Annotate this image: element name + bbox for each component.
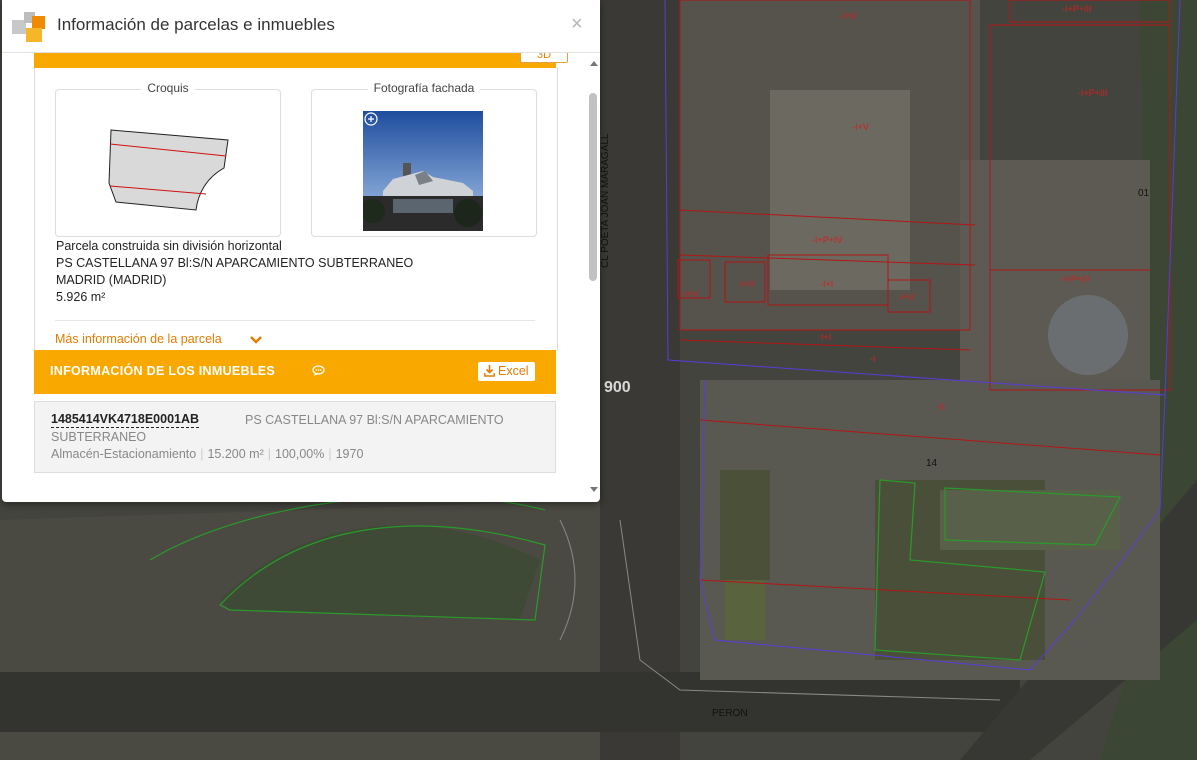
- parcel-card: Croquis Fotografía fachada Parcela const…: [34, 68, 558, 350]
- street-label: PERON: [712, 708, 748, 719]
- inmueble-address: PS CASTELLANA 97 Bl:S/N APARCAMIENTO: [245, 413, 504, 427]
- dialog-title: Información de parcelas e inmuebles: [57, 15, 335, 34]
- parcel-info-dialog: Información de parcelas e inmuebles × 3D…: [2, 0, 600, 502]
- inmueble-address-continued: SUBTERRANEO: [51, 430, 147, 444]
- inmuebles-title: INFORMACIÓN DE LOS INMUEBLES: [50, 364, 276, 378]
- floor-label: -I+P+IV: [812, 235, 843, 245]
- parcel-type: Parcela construida sin división horizont…: [56, 239, 282, 253]
- inmueble-area: 15.200 m²: [207, 447, 264, 461]
- excel-export-button[interactable]: Excel: [478, 362, 535, 381]
- chat-bubble-icon[interactable]: [312, 365, 325, 377]
- fachada-box: Fotografía fachada: [311, 81, 537, 237]
- floor-label: -I+V: [738, 279, 755, 289]
- facade-photo[interactable]: [363, 111, 483, 231]
- dialog-header: Información de parcelas e inmuebles ×: [2, 0, 600, 53]
- scrollbar-thumb[interactable]: [589, 93, 597, 281]
- parcel-number: 14: [926, 458, 938, 469]
- inmueble-row[interactable]: 1485414VK4718E0001AB PS CASTELLANA 97 Bl…: [34, 401, 556, 473]
- floor-label: -I+I: [818, 332, 831, 342]
- floor-label: -II: [937, 402, 945, 412]
- parcel-number: 01: [1138, 188, 1150, 199]
- croquis-box: Croquis: [55, 81, 281, 237]
- divider: [55, 320, 535, 321]
- fachada-label: Fotografía fachada: [367, 81, 481, 95]
- inmueble-share: 100,00%: [275, 447, 325, 461]
- scroll-up-arrow[interactable]: [590, 61, 598, 66]
- cadastral-reference-link[interactable]: 1485414VK4718E0001AB: [51, 412, 200, 428]
- road-marking: 900: [604, 379, 631, 396]
- download-icon: [484, 365, 495, 377]
- floor-label: -I: [870, 354, 876, 364]
- parcel-sketch[interactable]: [106, 128, 230, 214]
- excel-label: Excel: [498, 364, 529, 378]
- parcel-address: PS CASTELLANA 97 Bl:S/N APARCAMIENTO SUB…: [56, 256, 414, 270]
- dialog-content[interactable]: 3D Croquis Fotografía fachada Parcela co…: [2, 53, 600, 502]
- floor-label: -I+V: [852, 122, 869, 132]
- view-3d-button[interactable]: 3D: [520, 53, 568, 63]
- floor-label: -I+V: [898, 292, 915, 302]
- floor-label: -I+P+III: [1062, 4, 1092, 14]
- inmueble-year: 1970: [335, 447, 364, 461]
- close-button[interactable]: ×: [571, 12, 583, 36]
- croquis-label: Croquis: [141, 81, 195, 95]
- street-label: CL POETA JOAN MARAGALL: [600, 133, 611, 268]
- catastro-logo-icon: [12, 12, 45, 42]
- floor-label: -I+P+III: [1060, 274, 1090, 284]
- parcel-city: MADRID (MADRID): [56, 273, 167, 287]
- parcel-header-bar: 3D: [34, 53, 568, 68]
- scroll-down-arrow[interactable]: [590, 487, 598, 492]
- floor-label: -I+P+III: [1078, 88, 1108, 98]
- inmueble-use: Almacén-Estacionamiento: [51, 447, 197, 461]
- inmuebles-header-bar: INFORMACIÓN DE LOS INMUEBLES Excel: [34, 350, 556, 394]
- floor-label: -I+V: [682, 289, 699, 299]
- more-parcel-info-link[interactable]: Más información de la parcela: [55, 332, 222, 346]
- chevron-down-icon[interactable]: [249, 335, 263, 345]
- floor-label: -I+II: [840, 11, 856, 21]
- floor-label: -I+I: [820, 279, 833, 289]
- parcel-area: 5.926 m²: [56, 290, 106, 304]
- inmueble-details: Almacén-Estacionamiento | 15.200 m² | 100,00…: [51, 447, 364, 461]
